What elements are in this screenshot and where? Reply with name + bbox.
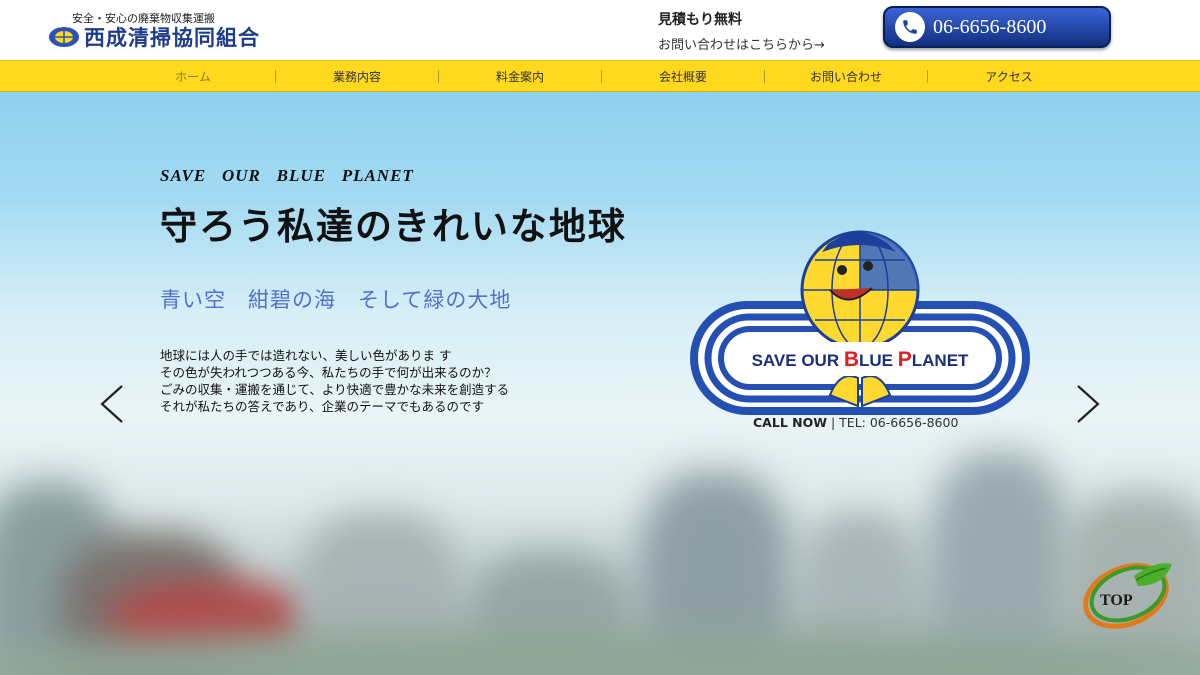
top-button-label: TOP xyxy=(1100,592,1133,609)
hero-body-text: 地球には人の手では造れない、美しい色がありま す その色が失われつつある今、私た… xyxy=(160,347,509,415)
emblem-text: B xyxy=(844,348,859,371)
hero-subheadline: 青い空 紺碧の海 そして緑の大地 xyxy=(160,288,512,312)
hero-slogan-english: SAVE OUR BLUE PLANET xyxy=(160,166,414,185)
hero-headline: 守ろう私達のきれいな地球 xyxy=(160,205,627,248)
estimate-block: 見積もり無料 お問い合わせはこちらから→ xyxy=(658,9,825,53)
background-city-blur xyxy=(0,632,1200,675)
nav-services[interactable]: 業務内容 xyxy=(333,68,381,85)
call-now-label: CALL NOW xyxy=(753,415,828,430)
save-our-blue-planet-emblem: SAVE OUR BLUE PLANET xyxy=(690,230,1030,415)
slider-prev-arrow-icon[interactable] xyxy=(96,382,130,426)
site-header: 安全・安心の廃棄物収集運搬 西成清掃協同組合 見積もり無料 お問い合わせはこちら… xyxy=(0,0,1200,60)
hero-body-line: 地球には人の手では造れない、美しい色がありま す xyxy=(160,348,452,363)
emblem-text: LANET xyxy=(912,351,969,370)
nav-access[interactable]: アクセス xyxy=(985,68,1032,85)
slider-next-arrow-icon[interactable] xyxy=(1070,382,1104,426)
nav-home[interactable]: ホーム xyxy=(175,68,211,85)
back-to-top-button[interactable]: TOP xyxy=(1076,552,1178,632)
site-logo[interactable]: 安全・安心の廃棄物収集運搬 西成清掃協同組合 xyxy=(46,7,326,53)
nav-divider xyxy=(601,70,602,83)
nav-pricing[interactable]: 料金案内 xyxy=(496,68,544,85)
hero-slider: SAVE OUR BLUE PLANET 守ろう私達のきれいな地球 青い空 紺碧… xyxy=(0,92,1200,675)
emblem-text: SAVE OUR xyxy=(752,351,844,370)
phone-call-button[interactable]: 06-6656-8600 xyxy=(883,6,1111,48)
phone-icon xyxy=(895,12,925,42)
hero-body-line: それが私たちの答えであり、企業のテーマでもあるのです xyxy=(160,399,485,414)
main-nav: ホーム 業務内容 料金案内 会社概要 お問い合わせ アクセス xyxy=(0,60,1200,92)
emblem-text: P xyxy=(898,348,912,371)
emblem-text: LUE xyxy=(859,351,898,370)
svg-text:SAVE OUR BLUE PLANET: SAVE OUR BLUE PLANET xyxy=(752,348,969,371)
nav-divider xyxy=(275,70,276,83)
nav-divider xyxy=(927,70,928,83)
nav-contact[interactable]: お問い合わせ xyxy=(810,68,882,85)
nav-company[interactable]: 会社概要 xyxy=(659,68,707,85)
logo-emblem-icon xyxy=(49,27,79,47)
nav-divider xyxy=(764,70,765,83)
contact-link[interactable]: お問い合わせはこちらから→ xyxy=(658,34,825,53)
estimate-free-label: 見積もり無料 xyxy=(658,12,742,28)
hero-body-line: ごみの収集・運搬を通じて、より快適で豊かな未来を創造する xyxy=(160,382,510,397)
call-now-line: CALL NOW | TEL: 06-6656-8600 xyxy=(753,415,958,430)
hero-body-line: その色が失われつつある今、私たちの手で何が出来るのか？ xyxy=(160,365,497,380)
call-now-tel: | TEL: 06-6656-8600 xyxy=(827,415,959,430)
nav-divider xyxy=(438,70,439,83)
company-name: 西成清掃協同組合 xyxy=(84,26,260,50)
phone-number: 06-6656-8600 xyxy=(933,15,1047,38)
